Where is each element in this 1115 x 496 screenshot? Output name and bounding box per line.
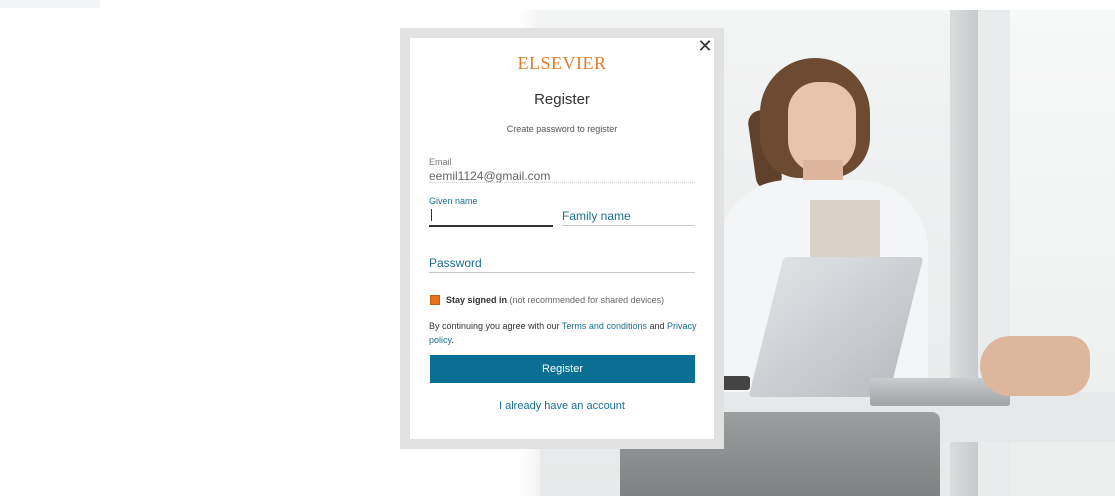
elsevier-logo: ELSEVIER — [517, 53, 607, 73]
terms-link[interactable]: Terms and conditions — [562, 321, 647, 331]
register-button[interactable]: Register — [430, 355, 695, 383]
stay-signed-in-note: (not recommended for shared devices) — [509, 295, 665, 305]
terms-middle: and — [646, 321, 667, 331]
email-divider — [429, 182, 695, 183]
top-strip — [0, 0, 1115, 10]
existing-account-link[interactable]: I already have an account — [410, 400, 714, 412]
top-left-strip — [0, 0, 100, 8]
stay-signed-in-text: Stay signed in (not recommended for shar… — [446, 295, 664, 305]
stay-signed-in-checkbox[interactable] — [430, 295, 440, 305]
stay-signed-in-label[interactable]: Stay signed in — [446, 295, 507, 305]
page-title: Register — [534, 91, 590, 108]
page-subtitle: Create password to register — [506, 124, 618, 134]
terms-suffix: . — [451, 335, 454, 345]
terms-notice: By continuing you agree with our Terms a… — [429, 319, 699, 347]
given-name-label: Given name — [429, 196, 478, 206]
text-cursor — [431, 209, 432, 221]
given-name-input[interactable] — [429, 207, 553, 227]
password-input[interactable] — [429, 254, 695, 273]
email-value: eemil1124@gmail.com — [429, 169, 551, 183]
hand — [980, 336, 1090, 396]
email-label: Email — [429, 157, 452, 167]
terms-prefix: By continuing you agree with our — [429, 321, 562, 331]
family-name-input[interactable] — [562, 207, 695, 226]
phone — [722, 376, 750, 390]
